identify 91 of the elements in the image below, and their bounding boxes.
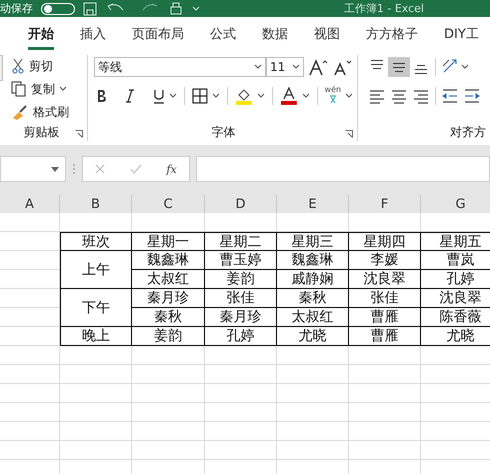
table-header-cell: 星期三 xyxy=(277,232,349,251)
name-cell: 魏鑫琳 xyxy=(277,251,349,270)
name-cell: 曹岚 xyxy=(421,251,490,270)
copy-button[interactable]: 复制 xyxy=(11,78,69,100)
column-header[interactable]: F xyxy=(349,195,421,213)
align-middle-icon xyxy=(393,62,405,72)
name-cell: 秦月珍 xyxy=(132,289,205,308)
ribbon-tab[interactable]: 插入 xyxy=(80,17,106,50)
name-cell: 太叔红 xyxy=(132,270,205,289)
name-cell: 戚静娴 xyxy=(277,270,349,289)
scissors-icon xyxy=(11,58,25,74)
caret-icon[interactable] xyxy=(461,64,469,70)
name-cell: 尤晓 xyxy=(277,327,349,346)
insert-function-button[interactable]: fx xyxy=(166,162,177,176)
name-cell: 张佳 xyxy=(349,289,421,308)
borders-icon[interactable] xyxy=(192,88,208,104)
column-header[interactable]: A xyxy=(0,195,60,213)
ribbon-tab[interactable]: 页面布局 xyxy=(132,17,184,50)
column-header[interactable]: C xyxy=(132,195,205,213)
ribbon-tab[interactable]: DIY工 xyxy=(444,17,479,50)
formula-input[interactable] xyxy=(196,156,490,182)
group-label: 字体 xyxy=(212,124,236,141)
group-label: 剪贴板 xyxy=(24,124,60,141)
caret-icon[interactable] xyxy=(302,93,310,99)
name-cell: 姜韵 xyxy=(205,270,277,289)
table-header-cell: 星期一 xyxy=(132,232,205,251)
caret-icon[interactable] xyxy=(345,93,353,99)
name-cell: 姜韵 xyxy=(132,327,205,346)
grip-icon[interactable] xyxy=(72,163,76,175)
caret-icon[interactable] xyxy=(254,64,262,70)
save-icon xyxy=(83,2,97,16)
name-cell: 张佳 xyxy=(205,289,277,308)
ribbon-tab[interactable]: 数据 xyxy=(262,17,288,50)
grow-font-icon[interactable] xyxy=(308,58,328,76)
font-color-icon[interactable] xyxy=(280,87,298,105)
table-header-cell: 星期四 xyxy=(349,232,421,251)
name-cell: 太叔红 xyxy=(277,308,349,327)
launcher-icon[interactable] xyxy=(345,130,353,138)
format-painter-button[interactable]: 格式刷 xyxy=(11,101,69,123)
column-header[interactable]: E xyxy=(277,195,349,213)
cut-button[interactable]: 剪切 xyxy=(11,55,69,77)
caret-icon[interactable] xyxy=(256,93,265,99)
caret-icon[interactable] xyxy=(169,93,178,99)
name-cell: 孔婷 xyxy=(205,327,277,346)
launcher-icon[interactable] xyxy=(75,130,83,138)
name-cell: 魏鑫琳 xyxy=(132,251,205,270)
name-cell: 曹玉婷 xyxy=(205,251,277,270)
brush-icon xyxy=(11,104,29,120)
align-bottom-icon xyxy=(415,65,427,74)
font-name-dropdown[interactable]: 等线 xyxy=(94,57,266,77)
name-cell: 李媛 xyxy=(349,251,421,270)
align-middle-button[interactable] xyxy=(388,57,410,77)
print-icon[interactable] xyxy=(169,2,183,16)
name-cell: 曹雁 xyxy=(349,327,421,346)
name-cell: 孔婷 xyxy=(421,270,490,289)
name-cell: 沈良翠 xyxy=(421,289,490,308)
phonetic-guide-button[interactable]: wén xyxy=(324,86,342,106)
copy-icon xyxy=(11,81,27,97)
column-header[interactable]: G xyxy=(421,195,490,213)
align-top-icon xyxy=(371,60,383,69)
shrink-font-icon[interactable] xyxy=(332,58,352,76)
shift-cell: 下午 xyxy=(60,289,132,327)
shift-cell: 晚上 xyxy=(60,327,132,346)
autosave-label: 动保存 xyxy=(0,1,33,16)
name-cell: 秦秋 xyxy=(132,308,205,327)
name-cell: 沈良翠 xyxy=(349,270,421,289)
phonetic-icon xyxy=(328,94,338,104)
ribbon-tab[interactable]: 方方格子 xyxy=(366,17,418,50)
name-cell: 尤晓 xyxy=(421,327,490,346)
table-header-cell: 星期五 xyxy=(421,232,490,251)
fill-color-icon[interactable] xyxy=(235,87,253,105)
ribbon-tab[interactable]: 公式 xyxy=(210,17,236,50)
caret-icon[interactable] xyxy=(212,93,220,99)
caret-icon[interactable] xyxy=(59,86,69,92)
name-cell: 秦月珍 xyxy=(205,308,277,327)
autosave-toggle[interactable] xyxy=(41,2,75,14)
ribbon-tab[interactable]: 视图 xyxy=(314,17,340,50)
name-cell: 陈香薇 xyxy=(421,308,490,327)
name-cell: 曹雁 xyxy=(349,308,421,327)
italic-icon[interactable] xyxy=(124,88,136,104)
shift-cell: 上午 xyxy=(60,251,132,289)
table-header-cell: 班次 xyxy=(60,232,132,251)
underline-icon[interactable] xyxy=(152,88,166,104)
caret-icon[interactable] xyxy=(292,64,300,70)
column-header[interactable]: D xyxy=(205,195,277,213)
font-size-dropdown[interactable]: 11 xyxy=(266,57,304,77)
window-title: 工作簿1 - Excel xyxy=(344,1,424,16)
table-header-cell: 星期二 xyxy=(205,232,277,251)
column-header[interactable]: B xyxy=(60,195,132,213)
group-label: 对齐方 xyxy=(450,124,486,141)
name-cell: 秦秋 xyxy=(277,289,349,308)
